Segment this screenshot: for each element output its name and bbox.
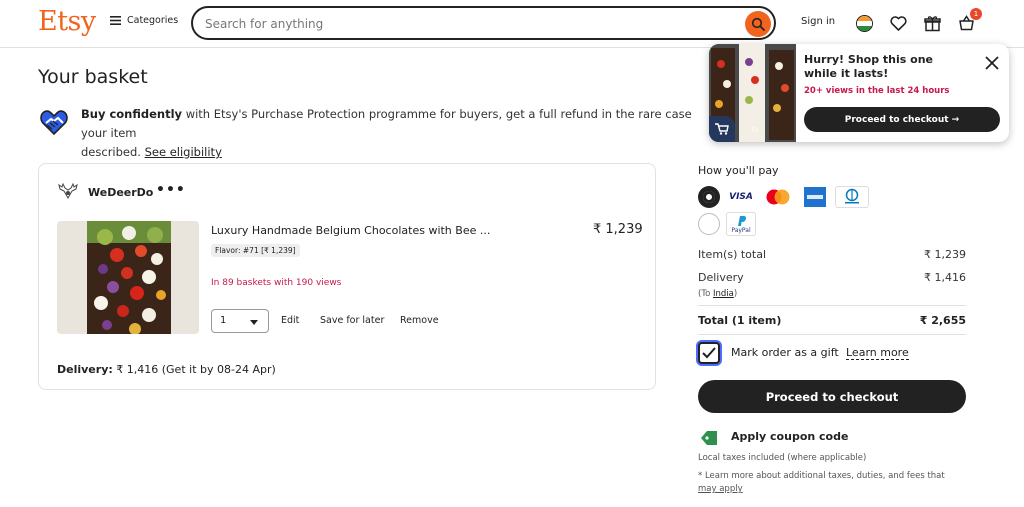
product-image[interactable] bbox=[57, 221, 199, 334]
india-flag-icon bbox=[855, 14, 873, 32]
paypal-payment-radio[interactable] bbox=[698, 213, 720, 235]
destination-country-link[interactable]: India bbox=[713, 289, 734, 299]
heart-icon bbox=[889, 15, 907, 31]
categories-button[interactable]: Categories bbox=[110, 15, 178, 26]
gift-learn-more-link[interactable]: Learn more bbox=[846, 346, 909, 360]
total-row: Total (1 item) ₹ 2,655 bbox=[698, 314, 966, 327]
delivery-row: Delivery ₹ 1,416 bbox=[698, 271, 966, 284]
search-icon bbox=[751, 17, 765, 31]
close-icon[interactable] bbox=[983, 54, 1001, 72]
caret-down-icon bbox=[250, 320, 258, 325]
region-button[interactable] bbox=[854, 13, 874, 33]
popup-checkout-button[interactable]: Proceed to checkout → bbox=[804, 107, 1000, 132]
tax-more-note: * Learn more about additional taxes, dut… bbox=[698, 470, 968, 496]
mastercard-icon bbox=[761, 186, 795, 208]
checkmark-icon bbox=[702, 347, 716, 359]
gift-label: Mark order as a gift bbox=[731, 346, 839, 359]
proceed-to-checkout-button[interactable]: Proceed to checkout bbox=[698, 380, 966, 413]
delivery-destination: (To India) bbox=[698, 289, 966, 299]
to-suffix: ) bbox=[733, 289, 738, 299]
page-title: Your basket bbox=[38, 66, 148, 88]
shop-more-button[interactable]: ••• bbox=[156, 182, 186, 198]
to-prefix: (To bbox=[698, 289, 713, 299]
sign-in-link[interactable]: Sign in bbox=[801, 16, 835, 27]
delivery-info: Delivery: ₹ 1,416 (Get it by 08-24 Apr) bbox=[57, 363, 276, 376]
favorites-button[interactable] bbox=[888, 13, 908, 33]
popup-title: Hurry! Shop this one while it lasts! bbox=[804, 53, 934, 80]
items-total-label: Item(s) total bbox=[698, 248, 767, 261]
remove-button[interactable]: Remove bbox=[400, 315, 439, 326]
gift-checkbox[interactable] bbox=[698, 342, 720, 364]
items-total-value: ₹ 1,239 bbox=[924, 248, 966, 261]
total-divider bbox=[698, 334, 966, 335]
etsy-logo[interactable]: Etsy bbox=[38, 6, 96, 37]
search-bar bbox=[191, 6, 776, 40]
visa-icon: VISA bbox=[729, 192, 753, 202]
delivery-summary-label: Delivery bbox=[698, 271, 744, 284]
apply-coupon-button[interactable]: Apply coupon code bbox=[731, 430, 848, 443]
amex-icon bbox=[798, 186, 832, 208]
delivery-label: Delivery: bbox=[57, 363, 113, 376]
cart-icon bbox=[715, 123, 729, 135]
handshake-icon bbox=[40, 110, 68, 136]
popup-views-text: 20+ views in the last 24 hours bbox=[804, 86, 950, 96]
how-youll-pay-title: How you'll pay bbox=[698, 164, 779, 177]
tax-note: Local taxes included (where applicable) bbox=[698, 453, 867, 463]
paypal-label: PayPal bbox=[731, 226, 751, 234]
chocolate-bar-image bbox=[57, 221, 199, 334]
site-header: Etsy Categories Sign in 1 bbox=[0, 0, 1024, 48]
popup-cart-badge bbox=[709, 116, 735, 142]
coupon-tag-icon bbox=[701, 431, 717, 445]
shop-logo-icon bbox=[58, 182, 78, 200]
product-title-link[interactable]: Luxury Handmade Belgium Chocolates with … bbox=[211, 224, 501, 237]
delivery-text: ₹ 1,416 (Get it by 08-24 Apr) bbox=[112, 363, 276, 376]
may-apply-link[interactable]: may apply bbox=[698, 484, 743, 494]
edit-button[interactable]: Edit bbox=[281, 315, 299, 326]
summary-divider bbox=[698, 305, 966, 306]
search-input[interactable] bbox=[205, 15, 725, 33]
protection-text-2: described. bbox=[81, 145, 145, 159]
quantity-value: 1 bbox=[220, 315, 227, 326]
gift-icon bbox=[923, 15, 941, 31]
item-price: ₹ 1,239 bbox=[593, 222, 643, 237]
diners-club-icon bbox=[835, 186, 869, 208]
shop-name[interactable]: WeDeerDo bbox=[88, 186, 153, 199]
see-eligibility-link[interactable]: See eligibility bbox=[145, 145, 222, 159]
search-button[interactable] bbox=[745, 11, 771, 37]
paypal-icon: PayPal bbox=[726, 212, 756, 236]
gifts-button[interactable] bbox=[922, 13, 942, 33]
items-total-row: Item(s) total ₹ 1,239 bbox=[698, 248, 966, 261]
basket-item-card: WeDeerDo ••• Luxury Handmade Belgium Cho… bbox=[38, 163, 656, 390]
purchase-protection-text: Buy confidently with Etsy's Purchase Pro… bbox=[81, 105, 721, 162]
variant-badge: Flavor: #71 [₹ 1,239] bbox=[211, 244, 300, 257]
cart-count-badge: 1 bbox=[970, 8, 982, 20]
menu-icon bbox=[110, 16, 121, 25]
delivery-summary-value: ₹ 1,416 bbox=[924, 271, 966, 284]
total-value: ₹ 2,655 bbox=[919, 314, 966, 327]
protection-bold: Buy confidently bbox=[81, 107, 183, 121]
save-for-later-button[interactable]: Save for later bbox=[320, 315, 384, 326]
hurry-popup: 71 Hurry! Shop this one while it lasts! … bbox=[709, 44, 1009, 142]
urgency-text: In 89 baskets with 190 views bbox=[211, 278, 342, 288]
categories-label: Categories bbox=[127, 15, 179, 26]
tax-more-text: * Learn more about additional taxes, dut… bbox=[698, 471, 945, 481]
quantity-select[interactable]: 1 bbox=[211, 309, 269, 333]
total-label: Total (1 item) bbox=[698, 314, 782, 327]
popup-product-image[interactable]: 71 bbox=[709, 44, 796, 142]
card-payment-radio[interactable] bbox=[698, 186, 720, 208]
popup-image-label: 71 bbox=[751, 127, 759, 134]
